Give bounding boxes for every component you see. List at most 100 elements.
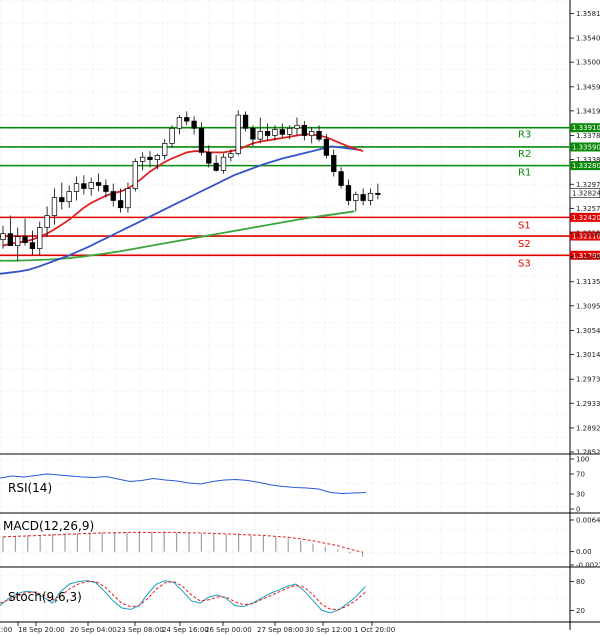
candle-body [110, 191, 116, 201]
candle-body [184, 117, 190, 122]
candle-body [154, 155, 161, 160]
candle-body [59, 197, 65, 203]
candle-body [191, 120, 197, 129]
candle-body [88, 182, 94, 189]
candle-body [309, 130, 315, 136]
x-tick-label: 1 Oct 20:00 [354, 626, 395, 634]
candle-body [15, 236, 21, 246]
candle-body [132, 161, 138, 189]
y-tick-label: 1.29330 [576, 400, 600, 408]
macd-tick-label: 0.00641 [576, 517, 600, 525]
macd-label: MACD(12,26,9) [3, 519, 94, 533]
candle-body [323, 138, 330, 156]
candle-body [95, 182, 102, 186]
candle-body [0, 233, 6, 240]
candle-body [169, 127, 175, 144]
price-tag-text: 1.32824 [572, 190, 600, 198]
y-tick-label: 1.33380 [576, 156, 600, 164]
macd-tick-label: 0.00 [576, 548, 592, 556]
y-tick-label: 1.35400 [576, 35, 600, 43]
stoch-tick-label: 80 [576, 578, 585, 586]
y-tick-label: 1.29730 [576, 376, 600, 384]
y-tick-label: 1.30950 [576, 302, 600, 310]
candle-body [44, 215, 50, 228]
candle-body [220, 156, 227, 171]
candle-body [257, 130, 263, 140]
level-label-r2: R2 [518, 149, 531, 160]
candle-body [213, 162, 219, 171]
candle-body [294, 124, 300, 129]
candle-body [367, 192, 374, 201]
level-label-r3: R3 [518, 130, 531, 141]
candle-body [287, 127, 293, 135]
y-tick-label: 1.31350 [576, 278, 600, 286]
x-tick-label: 26 Sep 00:00 [205, 626, 252, 634]
y-tick-label: 1.33780 [576, 132, 600, 140]
y-tick-label: 1.35810 [576, 10, 600, 18]
candle-body [228, 153, 234, 158]
candle-body [242, 114, 249, 129]
y-tick-label: 1.34190 [576, 107, 600, 115]
forex-chart: R31.33910R21.33590R11.33280S11.32420S21.… [0, 0, 600, 634]
rsi-pane: 100 70 30 0 RSI(14) [0, 456, 600, 514]
x-tick-label: 12:00 [0, 626, 12, 634]
candle-body [29, 242, 36, 250]
rsi-tick-label: 0 [576, 506, 580, 514]
candle-body [66, 191, 72, 203]
candle-body [206, 152, 212, 164]
y-tick-label: 1.28920 [576, 424, 600, 432]
y-tick-label: 1.32570 [576, 205, 600, 213]
stoch-pane: 80 20 Stoch(9,6,3) [0, 569, 600, 623]
candle-body [264, 130, 271, 136]
rsi-tick-label: 30 [576, 491, 585, 499]
x-tick-label: 27 Sep 08:00 [257, 626, 304, 634]
candle-body [147, 156, 153, 160]
level-label-r1: R1 [518, 168, 531, 179]
level-tag-text: 1.32420 [572, 214, 600, 222]
x-tick-label: 20 Sep 04:00 [70, 626, 117, 634]
x-tick-label: 24 Sep 16:00 [162, 626, 209, 634]
x-tick-label: 30 Sep 12:00 [305, 626, 352, 634]
candle-body [353, 194, 359, 201]
candle-body [375, 192, 381, 195]
level-tag-text: 1.33910 [572, 124, 600, 132]
level-label-s2: S2 [518, 239, 531, 250]
y-tick-label: 1.35000 [576, 59, 600, 67]
candle-body [125, 188, 131, 209]
candle-body [7, 233, 14, 246]
x-axis: 12:00 18 Sep 20:00 20 Sep 04:0023 Sep 08:0… [0, 622, 395, 634]
stoch-label: Stoch(9,6,3) [8, 590, 82, 604]
candle-body [37, 227, 43, 250]
candle-body [301, 124, 307, 136]
level-label-s3: S3 [518, 258, 531, 269]
candle-body [279, 129, 285, 135]
y-tick-label: 1.31760 [576, 254, 600, 262]
candle-body [117, 200, 124, 209]
candle-body [360, 194, 366, 201]
candle-body [338, 171, 344, 186]
candle-body [103, 185, 109, 192]
x-tick-label: 18 Sep 20:00 [18, 626, 65, 634]
candle-body [316, 130, 322, 140]
y-tick-label: 1.32160 [576, 230, 600, 238]
stoch-tick-label: 20 [576, 607, 585, 615]
candle-body [81, 183, 87, 189]
candle-body [272, 129, 278, 136]
y-tick-label: 1.34590 [576, 83, 600, 91]
level-label-s1: S1 [518, 220, 531, 231]
macd-tick-label: -0.00270 [576, 562, 600, 570]
y-tick-label: 1.30140 [576, 351, 600, 359]
level-tag-text: 1.33590 [572, 143, 600, 151]
candle-body [140, 156, 146, 162]
x-tick-label: 23 Sep 08:00 [117, 626, 164, 634]
candle-body [331, 155, 337, 172]
candle-body [235, 114, 241, 154]
candle-body [51, 197, 58, 216]
candle-body [162, 143, 168, 156]
y-tick-label: 1.32970 [576, 181, 600, 189]
candle-body [176, 117, 183, 129]
candle-body [345, 185, 352, 201]
rsi-tick-label: 70 [576, 471, 585, 479]
rsi-label: RSI(14) [8, 481, 52, 495]
candle-body [250, 127, 256, 140]
